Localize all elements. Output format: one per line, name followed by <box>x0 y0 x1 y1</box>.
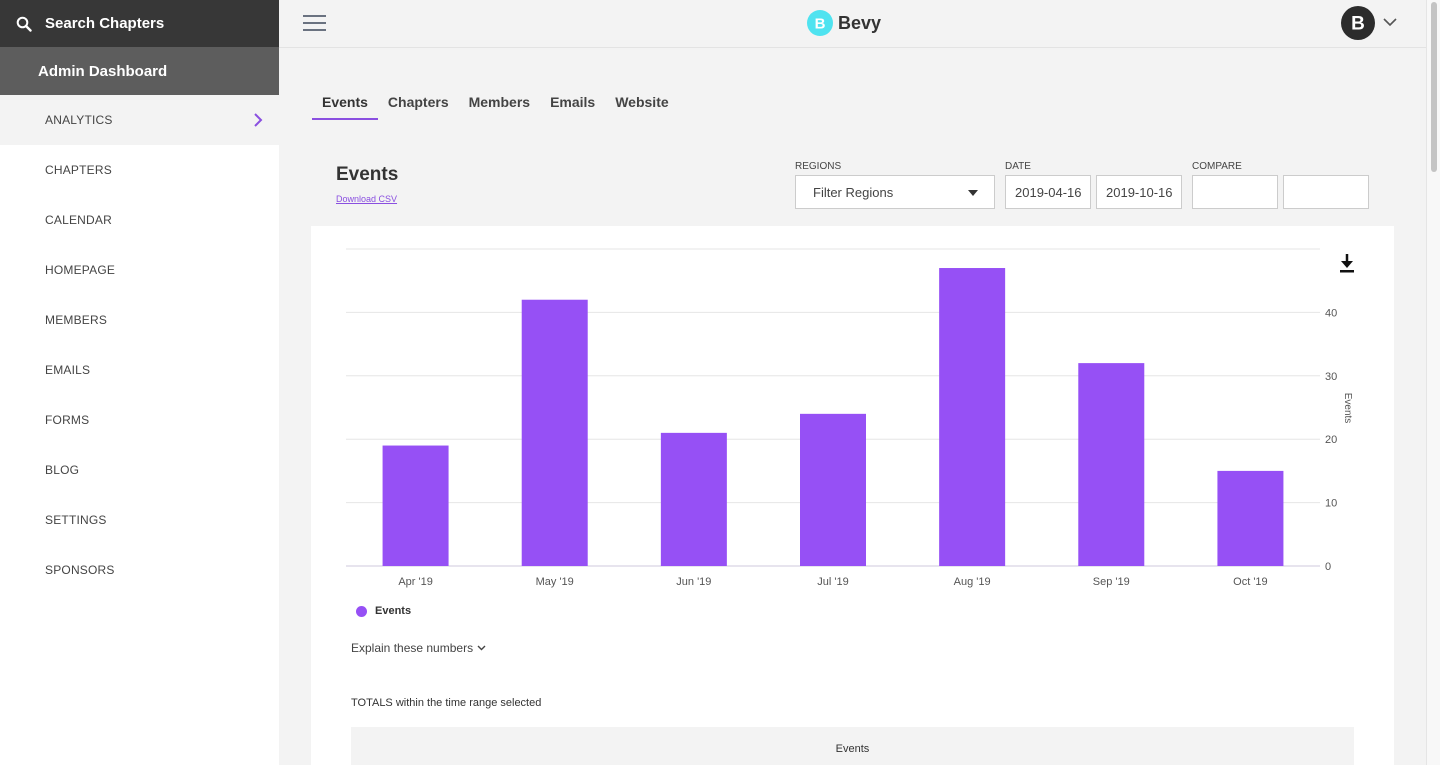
chevron-down-icon[interactable] <box>1383 17 1397 27</box>
chevron-right-icon <box>254 113 263 127</box>
tab-members[interactable]: Members <box>459 92 540 120</box>
y-tick-label: 30 <box>1325 371 1337 383</box>
tab-emails[interactable]: Emails <box>540 92 605 120</box>
sidebar-item-sponsors[interactable]: SPONSORS <box>0 545 279 595</box>
bar[interactable] <box>521 299 588 566</box>
sidebar-item-label: EMAILS <box>45 363 91 377</box>
sidebar-item-label: SETTINGS <box>45 513 107 527</box>
explain-numbers-label: Explain these numbers <box>351 641 474 655</box>
sidebar-item-members[interactable]: MEMBERS <box>0 295 279 345</box>
x-tick-label: Oct '19 <box>1233 576 1268 588</box>
sidebar-item-emails[interactable]: EMAILS <box>0 345 279 395</box>
y-tick-label: 10 <box>1325 498 1337 510</box>
date-end-input[interactable]: 2019-10-16 <box>1096 175 1182 209</box>
sidebar-item-analytics[interactable]: ANALYTICS <box>0 95 279 145</box>
bar[interactable] <box>1217 470 1284 566</box>
legend-label: Events <box>375 605 412 617</box>
chevron-down-icon <box>477 645 486 651</box>
hamburger-menu-icon[interactable] <box>303 13 327 33</box>
bar[interactable] <box>1078 363 1145 566</box>
compare-end-input[interactable] <box>1283 175 1369 209</box>
x-tick-label: Aug '19 <box>954 576 991 588</box>
y-axis-label: Events <box>1342 393 1353 424</box>
bevy-logo[interactable]: B Bevy <box>806 9 881 37</box>
sidebar-item-label: CHAPTERS <box>45 163 112 177</box>
date-start-input[interactable]: 2019-04-16 <box>1005 175 1091 209</box>
search-chapters-label: Search Chapters <box>45 15 165 32</box>
svg-text:B: B <box>815 16 826 33</box>
legend-swatch <box>356 605 367 617</box>
bar[interactable] <box>382 445 449 566</box>
sidebar-item-label: FORMS <box>45 413 90 427</box>
avatar-logo-icon: B <box>1351 14 1365 35</box>
x-axis-ticks: Apr '19 May '19 Jun '19 Jul '19 Aug '19 Sep '… <box>398 576 1267 588</box>
x-tick-label: May '19 <box>536 576 574 588</box>
sidebar-item-label: BLOG <box>45 463 80 477</box>
admin-dashboard-header[interactable]: Admin Dashboard <box>0 47 279 95</box>
sidebar: Search Chapters Admin Dashboard ANALYTIC… <box>0 0 279 765</box>
search-icon <box>16 16 32 32</box>
date-label: DATE <box>1005 161 1031 172</box>
sidebar-item-forms[interactable]: FORMS <box>0 395 279 445</box>
sidebar-item-label: CALENDAR <box>45 213 112 227</box>
logo-text: Bevy <box>838 12 882 33</box>
page-title: Events <box>336 164 399 185</box>
scrollbar-thumb[interactable] <box>1431 2 1437 172</box>
y-axis-ticks: 0 10 20 30 40 <box>1325 307 1337 573</box>
x-tick-label: Jul '19 <box>817 576 848 588</box>
tab-events[interactable]: Events <box>312 92 378 120</box>
bar[interactable] <box>800 413 866 566</box>
totals-column-header: Events <box>835 743 870 755</box>
x-tick-label: Sep '19 <box>1093 576 1130 588</box>
bar[interactable] <box>939 268 1006 566</box>
bevy-logo-icon: B <box>807 10 833 36</box>
bar[interactable] <box>660 432 727 566</box>
download-icon[interactable] <box>1340 254 1354 273</box>
analytics-tabs: Events Chapters Members Emails Website <box>312 92 679 120</box>
explain-numbers-toggle[interactable]: Explain these numbers <box>351 641 486 655</box>
sidebar-item-homepage[interactable]: HOMEPAGE <box>0 245 279 295</box>
compare-label: COMPARE <box>1192 161 1242 172</box>
y-tick-label: 20 <box>1325 434 1337 446</box>
events-bar-chart: Apr '19 May '19 Jun '19 Jul '19 Aug '19 Sep '… <box>346 248 1354 588</box>
vertical-scrollbar[interactable] <box>1426 0 1440 765</box>
sidebar-item-label: HOMEPAGE <box>45 263 116 277</box>
regions-select-value: Filter Regions <box>813 184 894 200</box>
totals-table: Events <box>351 727 1354 765</box>
sidebar-item-calendar[interactable]: CALENDAR <box>0 195 279 245</box>
regions-label: REGIONS <box>795 161 842 172</box>
chart-legend[interactable]: Events <box>356 605 411 617</box>
svg-text:B: B <box>1351 14 1365 35</box>
tab-website[interactable]: Website <box>605 92 678 120</box>
x-tick-label: Apr '19 <box>398 576 433 588</box>
x-tick-label: Jun '19 <box>676 576 711 588</box>
sidebar-item-label: SPONSORS <box>45 563 115 577</box>
top-bar: B Bevy B <box>279 0 1426 48</box>
search-chapters[interactable]: Search Chapters <box>0 0 279 47</box>
sidebar-item-settings[interactable]: SETTINGS <box>0 495 279 545</box>
date-start-value: 2019-04-16 <box>1015 184 1082 200</box>
y-tick-label: 0 <box>1325 561 1331 573</box>
tab-chapters[interactable]: Chapters <box>378 92 459 120</box>
y-tick-label: 40 <box>1325 307 1337 319</box>
regions-select[interactable]: Filter Regions <box>795 175 995 209</box>
totals-caption: TOTALS within the time range selected <box>351 697 542 709</box>
admin-dashboard-label: Admin Dashboard <box>38 62 168 80</box>
download-csv-link[interactable]: Download CSV <box>336 194 397 204</box>
compare-start-input[interactable] <box>1192 175 1278 209</box>
sidebar-item-blog[interactable]: BLOG <box>0 445 279 495</box>
sidebar-item-label: ANALYTICS <box>45 113 113 127</box>
date-end-value: 2019-10-16 <box>1106 184 1173 200</box>
user-avatar[interactable]: B <box>1341 6 1375 40</box>
caret-down-icon <box>968 190 978 196</box>
sidebar-item-label: MEMBERS <box>45 313 108 327</box>
sidebar-item-chapters[interactable]: CHAPTERS <box>0 145 279 195</box>
